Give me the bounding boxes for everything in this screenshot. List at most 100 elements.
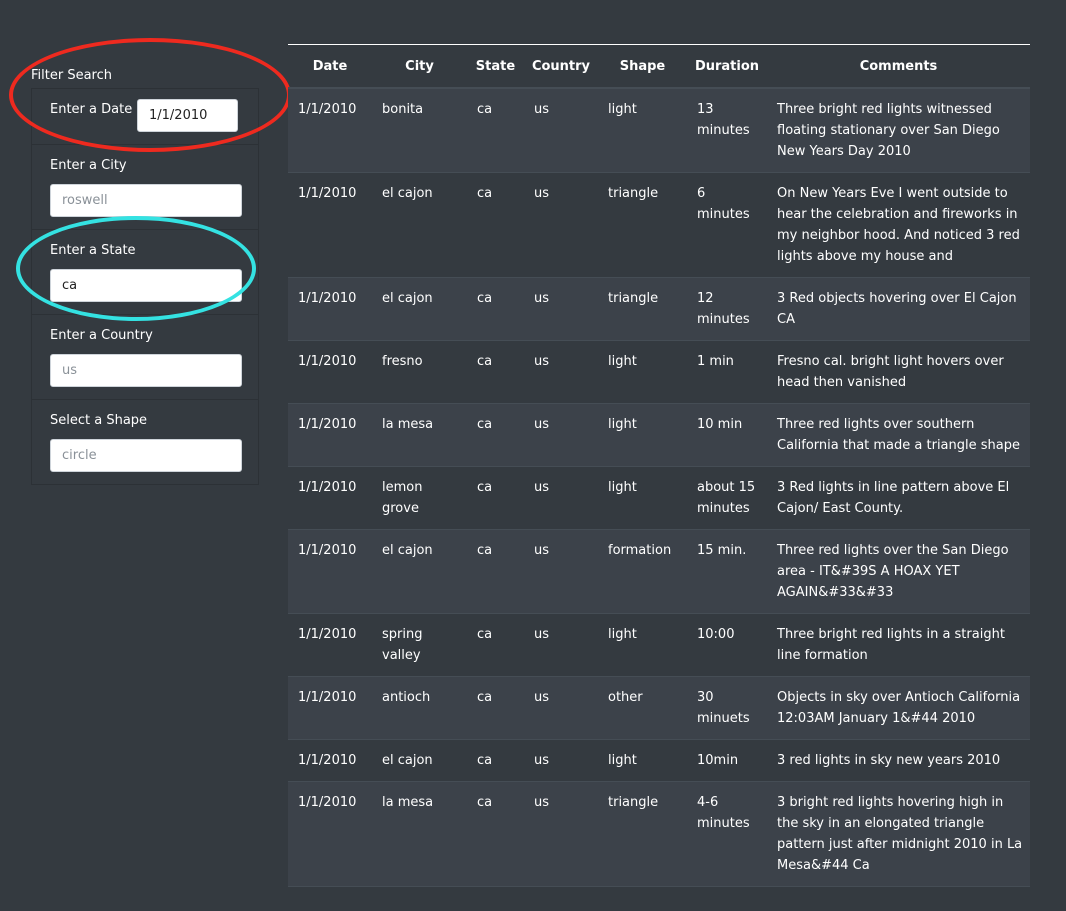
table-row: 1/1/2010 el cajon ca us formation 15 min. Thre…: [288, 529, 1030, 614]
cell-city: bonita: [372, 87, 467, 173]
filter-item-city: Enter a City: [31, 145, 259, 230]
header-comments: Comments: [767, 44, 1030, 89]
ufo-results-table: Date City State Country Shape Duration C…: [288, 44, 1030, 887]
cell-comments: Three bright red lights witnessed floati…: [767, 87, 1030, 173]
city-label: Enter a City: [50, 158, 127, 173]
cell-country: us: [524, 676, 598, 740]
cell-date: 1/1/2010: [288, 340, 372, 404]
cell-country: us: [524, 613, 598, 677]
cell-country: us: [524, 172, 598, 278]
filter-list: Enter a Date Enter a City Enter a State …: [31, 88, 259, 485]
cell-duration: 12 minutes: [687, 277, 767, 341]
cell-state: ca: [467, 739, 524, 782]
cell-comments: Objects in sky over Antioch California 1…: [767, 676, 1030, 740]
table-row: 1/1/2010 la mesa ca us light 10 min Three red …: [288, 403, 1030, 467]
shape-input[interactable]: [50, 439, 242, 472]
state-input[interactable]: [50, 269, 242, 302]
cell-date: 1/1/2010: [288, 403, 372, 467]
cell-shape: formation: [598, 529, 687, 614]
cell-city: lemon grove: [372, 466, 467, 530]
cell-state: ca: [467, 676, 524, 740]
cell-duration: 15 min.: [687, 529, 767, 614]
cell-duration: 1 min: [687, 340, 767, 404]
cell-date: 1/1/2010: [288, 466, 372, 530]
header-shape: Shape: [598, 44, 687, 89]
cell-city: el cajon: [372, 172, 467, 278]
cell-city: el cajon: [372, 739, 467, 782]
cell-duration: 30 minuets: [687, 676, 767, 740]
header-date: Date: [288, 44, 372, 89]
cell-country: us: [524, 340, 598, 404]
table-row: 1/1/2010 lemon grove ca us light about 15 min…: [288, 466, 1030, 530]
cell-state: ca: [467, 403, 524, 467]
cell-comments: Fresno cal. bright light hovers over hea…: [767, 340, 1030, 404]
filter-item-shape: Select a Shape: [31, 400, 259, 485]
cell-state: ca: [467, 613, 524, 677]
cell-city: el cajon: [372, 529, 467, 614]
country-input[interactable]: [50, 354, 242, 387]
cell-duration: about 15 minutes: [687, 466, 767, 530]
cell-country: us: [524, 529, 598, 614]
cell-comments: 3 Red lights in line pattern above El Ca…: [767, 466, 1030, 530]
country-label: Enter a Country: [50, 328, 153, 343]
table-row: 1/1/2010 fresno ca us light 1 min Fresno cal. …: [288, 340, 1030, 404]
date-input[interactable]: [137, 99, 238, 132]
cell-comments: 3 red lights in sky new years 2010: [767, 739, 1030, 782]
cell-shape: light: [598, 403, 687, 467]
cell-shape: light: [598, 739, 687, 782]
cell-state: ca: [467, 466, 524, 530]
cell-state: ca: [467, 87, 524, 173]
header-country: Country: [524, 44, 598, 89]
cell-country: us: [524, 739, 598, 782]
cell-comments: Three bright red lights in a straight li…: [767, 613, 1030, 677]
table-header-row: Date City State Country Shape Duration C…: [288, 44, 1030, 89]
date-label: Enter a Date: [50, 102, 133, 117]
cell-city: antioch: [372, 676, 467, 740]
header-state: State: [467, 44, 524, 89]
cell-country: us: [524, 403, 598, 467]
cell-state: ca: [467, 172, 524, 278]
table-row: 1/1/2010 spring valley ca us light 10:00 Three…: [288, 613, 1030, 677]
cell-city: la mesa: [372, 403, 467, 467]
cell-country: us: [524, 781, 598, 887]
cell-comments: 3 bright red lights hovering high in the…: [767, 781, 1030, 887]
table-row: 1/1/2010 antioch ca us other 30 minuets Object…: [288, 676, 1030, 740]
cell-date: 1/1/2010: [288, 613, 372, 677]
cell-date: 1/1/2010: [288, 781, 372, 887]
table-row: 1/1/2010 bonita ca us light 13 minutes Three b…: [288, 87, 1030, 173]
city-input[interactable]: [50, 184, 242, 217]
cell-shape: triangle: [598, 172, 687, 278]
table-row: 1/1/2010 el cajon ca us triangle 6 minutes On …: [288, 172, 1030, 278]
cell-duration: 10 min: [687, 403, 767, 467]
filter-search-title: Filter Search: [31, 68, 112, 83]
cell-duration: 13 minutes: [687, 87, 767, 173]
cell-comments: Three red lights over the San Diego area…: [767, 529, 1030, 614]
page: Filter Search Enter a Date Enter a City …: [0, 0, 1066, 911]
cell-date: 1/1/2010: [288, 87, 372, 173]
cell-city: la mesa: [372, 781, 467, 887]
header-duration: Duration: [687, 44, 767, 89]
cell-duration: 10:00: [687, 613, 767, 677]
cell-comments: On New Years Eve I went outside to hear …: [767, 172, 1030, 278]
cell-state: ca: [467, 781, 524, 887]
cell-city: fresno: [372, 340, 467, 404]
cell-shape: other: [598, 676, 687, 740]
cell-country: us: [524, 277, 598, 341]
cell-shape: light: [598, 340, 687, 404]
filter-item-country: Enter a Country: [31, 315, 259, 400]
shape-label: Select a Shape: [50, 413, 148, 428]
table-row: 1/1/2010 el cajon ca us triangle 12 minutes 3 …: [288, 277, 1030, 341]
cell-state: ca: [467, 340, 524, 404]
cell-duration: 10min: [687, 739, 767, 782]
cell-comments: Three red lights over southern Californi…: [767, 403, 1030, 467]
table-row: 1/1/2010 la mesa ca us triangle 4-6 minutes 3 …: [288, 781, 1030, 887]
cell-city: spring valley: [372, 613, 467, 677]
state-label: Enter a State: [50, 243, 136, 258]
cell-date: 1/1/2010: [288, 277, 372, 341]
cell-date: 1/1/2010: [288, 676, 372, 740]
table-row: 1/1/2010 el cajon ca us light 10min 3 red ligh…: [288, 739, 1030, 782]
cell-duration: 4-6 minutes: [687, 781, 767, 887]
cell-country: us: [524, 466, 598, 530]
cell-date: 1/1/2010: [288, 172, 372, 278]
filter-item-date: Enter a Date: [31, 88, 259, 145]
